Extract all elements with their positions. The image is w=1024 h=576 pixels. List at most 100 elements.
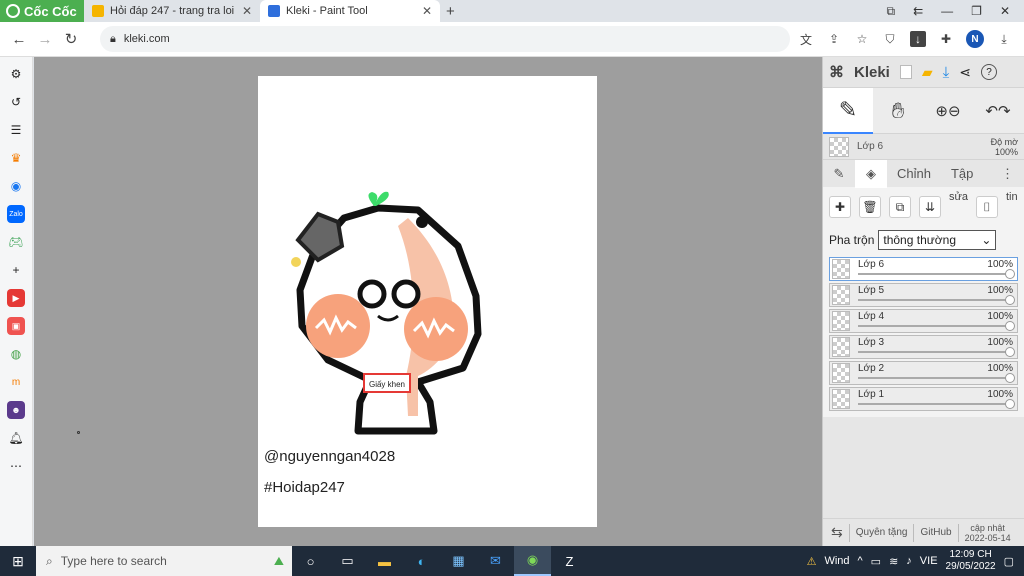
help-icon[interactable]: ? (981, 64, 998, 80)
history-icon[interactable]: ↺ (7, 93, 25, 111)
settings-gear-icon[interactable]: ⚙ (7, 65, 25, 83)
layer-opacity-slider[interactable] (858, 321, 1015, 331)
drawing-area[interactable]: Giấy khen @nguyenngan4028 #Hoidap247 (34, 57, 822, 546)
layer-opacity-slider[interactable] (858, 399, 1015, 409)
layer-item[interactable]: Lớp 3 100% (829, 335, 1018, 359)
task-view-icon[interactable]: ▭ (329, 546, 366, 576)
back-arrow-icon[interactable]: ← (6, 31, 32, 48)
tab-file[interactable]: Tập (941, 160, 983, 188)
clock[interactable]: 12:09 CH 29/05/2022 (946, 549, 996, 573)
crown-icon[interactable]: ♛ (7, 149, 25, 167)
list-icon[interactable]: ☰ (7, 121, 25, 139)
github-link[interactable]: GitHub (920, 527, 951, 538)
swap-side-icon[interactable]: ⇆ (831, 524, 843, 541)
lazada-icon[interactable]: m (7, 373, 25, 391)
battery-icon[interactable]: ▭ (871, 555, 881, 568)
site-info-icon[interactable]: 🔒︎ (110, 33, 116, 46)
layer-opacity-slider[interactable] (858, 295, 1015, 305)
slider-knob[interactable] (1005, 295, 1015, 305)
share-icon[interactable]: ⇪ (826, 31, 842, 47)
restore-icon[interactable]: ❐ (971, 4, 982, 19)
tab-edit[interactable]: Chỉnh (887, 160, 941, 188)
language-label[interactable]: VIE (920, 555, 938, 567)
add-icon[interactable]: + (7, 261, 25, 279)
minimize-icon[interactable]: — (941, 4, 953, 19)
new-file-icon[interactable] (899, 65, 912, 79)
notification-bell-icon[interactable]: 🔔︎ (7, 429, 25, 447)
blend-mode-select[interactable]: thông thường ⌄ (878, 230, 997, 250)
open-folder-icon[interactable]: ▰ (922, 64, 933, 81)
store-icon[interactable]: ▦ (440, 546, 477, 576)
zoom-icon[interactable]: ⊕⊖ (923, 88, 973, 134)
game-controller-icon[interactable]: 🎮︎ (7, 233, 25, 251)
layer-item[interactable]: Lớp 4 100% (829, 309, 1018, 333)
undo-redo-icon[interactable]: ↶↷ (973, 88, 1023, 134)
notification-center-icon[interactable]: ▢ (1004, 555, 1014, 568)
rename-layer-icon[interactable]: ⌷ (975, 196, 998, 218)
tab-hoidap[interactable]: Hỏi đáp 247 - trang tra loi ✕ (84, 0, 260, 22)
file-explorer-icon[interactable]: ▬ (366, 546, 403, 576)
mail-icon[interactable]: ✉ (477, 546, 514, 576)
translate-icon[interactable]: 文 (798, 31, 814, 47)
edge-icon[interactable]: ◐ (403, 546, 440, 576)
tab-search-icon[interactable]: ⧉ (887, 4, 896, 19)
savior-download-icon[interactable]: ↓ (910, 31, 926, 47)
close-icon[interactable]: ✕ (242, 4, 252, 18)
donate-link[interactable]: Quyên tặng (856, 527, 908, 538)
tab-kleki[interactable]: Kleki - Paint Tool ✕ (260, 0, 440, 22)
tab-brush-icon[interactable]: ✎ (823, 160, 855, 188)
layer-opacity-slider[interactable] (858, 347, 1015, 357)
browser-brand[interactable]: Cốc Cốc (0, 0, 84, 22)
merge-layer-icon[interactable]: ⇊ (919, 196, 941, 218)
extensions-icon[interactable]: ✚ (938, 31, 954, 47)
add-layer-button[interactable]: ✚ (829, 196, 851, 218)
canvas[interactable]: Giấy khen @nguyenngan4028 #Hoidap247 (258, 76, 597, 527)
game-avatar-icon[interactable]: ☻ (7, 401, 25, 419)
tab-layers-icon[interactable]: ◈ (855, 159, 887, 188)
zalo-icon[interactable]: Zalo (7, 205, 25, 223)
maps-pin-icon[interactable]: ◍ (7, 345, 25, 363)
avatar[interactable]: N (966, 30, 984, 48)
reload-icon[interactable]: ↻ (58, 30, 84, 48)
weather-label[interactable]: Wind (824, 555, 849, 567)
duplicate-layer-icon[interactable]: ⧉ (889, 196, 911, 218)
more-options-icon[interactable]: ⋮ (991, 160, 1024, 188)
zalo-taskbar-icon[interactable]: Z (551, 546, 588, 576)
slider-knob[interactable] (1005, 321, 1015, 331)
back-history-icon[interactable]: ⇇ (913, 4, 923, 19)
slider-knob[interactable] (1005, 347, 1015, 357)
wifi-icon[interactable]: ≋ (889, 555, 898, 568)
bookmark-star-icon[interactable]: ☆ (854, 31, 870, 47)
url-field[interactable]: 🔒︎ kleki.com (100, 26, 790, 52)
download-icon[interactable]: ⤓ (943, 64, 950, 81)
layer-opacity-slider[interactable] (858, 269, 1015, 279)
shield-icon[interactable]: ⛉ (882, 31, 898, 47)
share-icon[interactable]: ⋖ (959, 64, 971, 81)
slider-knob[interactable] (1005, 373, 1015, 383)
slider-knob[interactable] (1005, 269, 1015, 279)
tray-chevron-icon[interactable]: ^ (858, 555, 863, 567)
forward-arrow-icon[interactable]: → (32, 31, 58, 48)
shopping-bag-icon[interactable]: ▣ (7, 317, 25, 335)
layer-item[interactable]: Lớp 5 100% (829, 283, 1018, 307)
slider-knob[interactable] (1005, 399, 1015, 409)
layer-item[interactable]: Lớp 2 100% (829, 361, 1018, 385)
windows-start-icon[interactable]: ⊞ (0, 546, 36, 576)
cortana-icon[interactable]: ○ (292, 546, 329, 576)
brush-tool-icon[interactable]: ✎ (823, 87, 873, 134)
youtube-icon[interactable]: ▶ (7, 289, 25, 307)
close-icon[interactable]: ✕ (422, 4, 432, 18)
hand-tool-icon[interactable]: ✋︎ (873, 88, 923, 134)
volume-icon[interactable]: ♪ (906, 555, 912, 567)
layer-item[interactable]: Lớp 6 100% (829, 257, 1018, 281)
delete-layer-icon[interactable]: 🗑︎ (859, 196, 881, 218)
more-icon[interactable]: ⋯ (7, 457, 25, 475)
downloads-icon[interactable]: ⤓ (996, 31, 1012, 47)
layer-item[interactable]: Lớp 1 100% (829, 387, 1018, 411)
layer-opacity-slider[interactable] (858, 373, 1015, 383)
messenger-icon[interactable]: ◉ (7, 177, 25, 195)
new-tab-button[interactable]: + (440, 3, 461, 20)
close-window-icon[interactable]: ✕ (1000, 4, 1010, 19)
coccoc-taskbar-icon[interactable]: ◉ (514, 546, 551, 576)
taskbar-search-input[interactable]: ⌕ Type here to search ⛰ (36, 546, 292, 576)
